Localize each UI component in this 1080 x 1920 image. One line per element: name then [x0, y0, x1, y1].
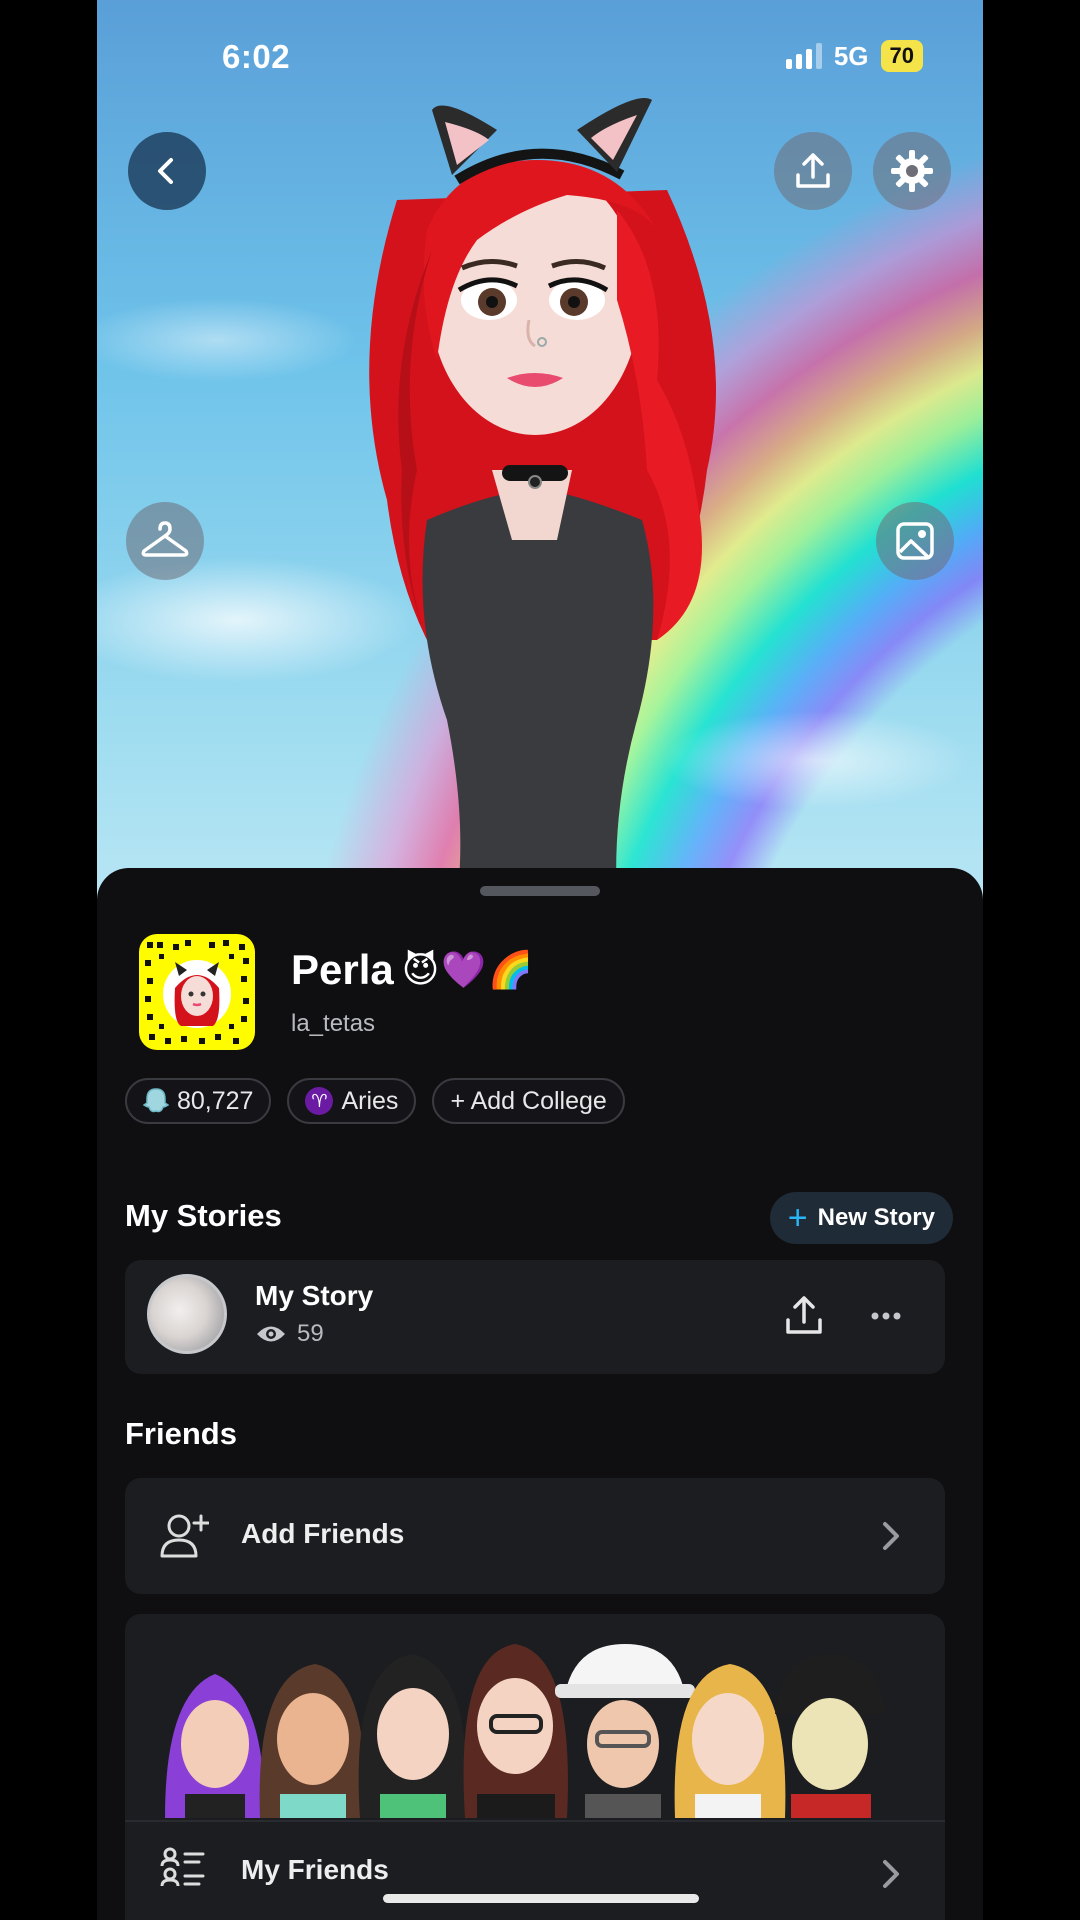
more-dots-icon: [871, 1312, 901, 1320]
zodiac-label: Aries: [341, 1086, 399, 1115]
friends-list-icon: [159, 1846, 207, 1895]
change-background-button[interactable]: [876, 502, 954, 580]
image-icon: [896, 522, 934, 560]
friends-bitmoji-strip: [165, 1644, 885, 1818]
upload-icon: [796, 153, 830, 188]
share-profile-button[interactable]: [774, 132, 852, 210]
story-share-button[interactable]: [783, 1294, 825, 1343]
ghost-icon: [143, 1088, 169, 1113]
my-stories-heading: My Stories: [125, 1198, 282, 1233]
aries-icon: ♈: [305, 1087, 334, 1115]
snapcode[interactable]: [139, 934, 255, 1050]
display-name-text: Perla: [291, 946, 394, 993]
battery-level: 70: [880, 40, 923, 72]
profile-sheet: Perla 😈💜🌈 la_tetas 80,727 ♈ Aries + Add …: [97, 868, 983, 1920]
zodiac-chip[interactable]: ♈ Aries: [287, 1078, 417, 1124]
snap-score: 80,727: [177, 1086, 254, 1115]
profile-chips: 80,727 ♈ Aries + Add College: [125, 1078, 625, 1124]
divider: [125, 1820, 945, 1822]
display-name-emojis: 😈💜🌈: [401, 949, 535, 990]
story-views: 59: [255, 1320, 324, 1348]
snapcode-pattern: [145, 940, 249, 1044]
add-friend-icon: [159, 1512, 210, 1565]
story-title: My Story: [255, 1280, 374, 1311]
bitmoji-avatar: [369, 98, 716, 900]
status-indicators: 5G 70: [785, 40, 923, 72]
plus-icon: +: [787, 1199, 808, 1237]
username: la_tetas: [291, 1010, 376, 1037]
my-story-row[interactable]: My Story 59: [125, 1260, 945, 1374]
add-college-chip[interactable]: + Add College: [432, 1078, 625, 1124]
add-college-label: + Add College: [450, 1086, 607, 1115]
snap-score-chip[interactable]: 80,727: [125, 1078, 272, 1124]
status-time: 6:02: [222, 38, 291, 75]
my-friends-label: My Friends: [241, 1854, 389, 1885]
eye-icon: [257, 1326, 285, 1342]
settings-button[interactable]: [873, 132, 951, 210]
signal-icon: [785, 43, 822, 69]
gear-icon: [891, 150, 933, 192]
hanger-icon: [141, 521, 189, 557]
network-type: 5G: [833, 40, 869, 71]
display-name: Perla 😈💜🌈: [291, 946, 535, 994]
bitmoji-background: 6:02 5G 70: [97, 0, 983, 900]
home-indicator[interactable]: [383, 1894, 699, 1903]
back-button[interactable]: [128, 132, 206, 210]
phone-screen: 6:02 5G 70 Perla 😈💜🌈 la_tetas 80,727 ♈ A…: [97, 0, 983, 1920]
chevron-left-icon: [158, 158, 173, 184]
story-thumbnail[interactable]: [147, 1274, 227, 1354]
add-friends-row[interactable]: Add Friends: [125, 1478, 945, 1594]
story-more-button[interactable]: [871, 1308, 901, 1326]
chevron-right-icon: [881, 1858, 901, 1895]
story-view-count: 59: [297, 1320, 324, 1347]
add-friends-label: Add Friends: [241, 1518, 405, 1549]
my-friends-card[interactable]: My Friends: [125, 1614, 945, 1920]
chevron-right-icon: [881, 1520, 901, 1557]
upload-icon: [786, 1296, 822, 1334]
new-story-button[interactable]: + New Story: [769, 1192, 953, 1244]
new-story-label: New Story: [817, 1204, 935, 1231]
friends-heading: Friends: [125, 1416, 237, 1451]
outfit-button[interactable]: [126, 502, 204, 580]
sheet-grabber[interactable]: [480, 886, 600, 896]
